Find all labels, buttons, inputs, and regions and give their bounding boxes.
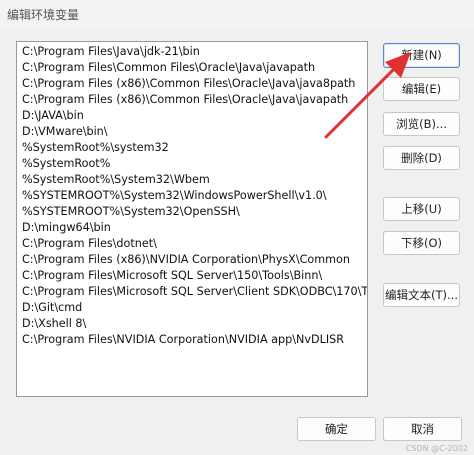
path-listbox[interactable]: C:\Program Files\Java\jdk-21\bin C:\Prog…: [16, 41, 368, 397]
move-down-button[interactable]: 下移(O): [383, 231, 460, 255]
move-up-button[interactable]: 上移(U): [383, 197, 460, 221]
list-item[interactable]: C:\Program Files\NVIDIA Corporation\NVID…: [22, 332, 344, 348]
list-item[interactable]: C:\Program Files (x86)\Common Files\Orac…: [22, 76, 355, 92]
title-bar: 编辑环境变量: [0, 0, 474, 30]
watermark: CSDN @C-2002: [405, 444, 468, 453]
list-item[interactable]: C:\Program Files\dotnet\: [22, 236, 157, 252]
list-item[interactable]: C:\Program Files\Java\jdk-21\bin: [22, 44, 200, 60]
list-item[interactable]: C:\Program Files\Microsoft SQL Server\Cl…: [22, 284, 367, 300]
list-item[interactable]: D:\JAVA\bin: [22, 108, 84, 124]
list-item[interactable]: D:\VMware\bin\: [22, 124, 108, 140]
browse-button[interactable]: 浏览(B)...: [383, 112, 460, 136]
list-item[interactable]: %SYSTEMROOT%\System32\OpenSSH\: [22, 204, 240, 220]
cancel-button[interactable]: 取消: [383, 417, 462, 441]
new-button[interactable]: 新建(N): [383, 43, 460, 68]
list-item[interactable]: C:\Program Files\Microsoft SQL Server\15…: [22, 268, 322, 284]
list-item[interactable]: C:\Program Files\Common Files\Oracle\Jav…: [22, 60, 315, 76]
edit-button[interactable]: 编辑(E): [383, 77, 460, 101]
ok-button[interactable]: 确定: [297, 417, 376, 441]
list-item[interactable]: D:\Git\cmd: [22, 300, 82, 316]
list-item[interactable]: %SYSTEMROOT%\System32\WindowsPowerShell\…: [22, 188, 327, 204]
delete-button[interactable]: 删除(D): [383, 146, 460, 170]
list-item[interactable]: D:\mingw64\bin: [22, 220, 111, 236]
list-item[interactable]: C:\Program Files (x86)\NVIDIA Corporatio…: [22, 252, 350, 268]
list-item[interactable]: C:\Program Files (x86)\Common Files\Orac…: [22, 92, 348, 108]
list-item[interactable]: %SystemRoot%\system32: [22, 140, 169, 156]
edit-text-button[interactable]: 编辑文本(T)...: [383, 283, 460, 307]
list-item[interactable]: %SystemRoot%: [22, 156, 110, 172]
window-title: 编辑环境变量: [7, 8, 80, 22]
list-item[interactable]: %SystemRoot%\System32\Wbem: [22, 172, 210, 188]
list-item[interactable]: D:\Xshell 8\: [22, 316, 86, 332]
